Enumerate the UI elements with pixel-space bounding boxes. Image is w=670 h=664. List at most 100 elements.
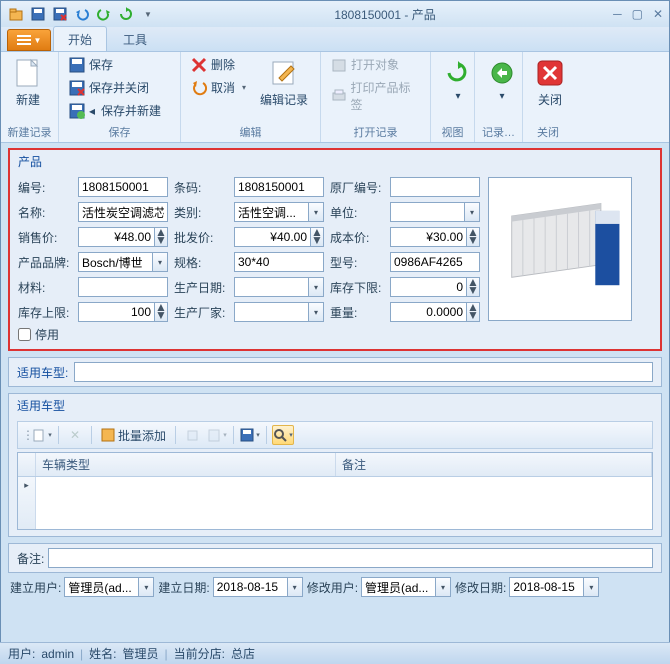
status-branch-label: 当前分店:: [174, 645, 225, 662]
grid-empty-area[interactable]: [36, 477, 652, 529]
create-date-dd-icon[interactable]: ▾: [287, 577, 303, 597]
qat-undo-icon[interactable]: [73, 5, 91, 23]
qat-redo-icon[interactable]: [95, 5, 113, 23]
qat-refresh-icon[interactable]: [117, 5, 135, 23]
mod-date-field[interactable]: [509, 577, 583, 597]
group-view-label: 视图: [437, 123, 468, 142]
tb-save-icon[interactable]: ▾: [239, 425, 261, 445]
qat-save-icon[interactable]: [29, 5, 47, 23]
wholesale-spinner[interactable]: ▲▼: [310, 227, 324, 247]
label-weight: 重量:: [330, 304, 384, 321]
new-button[interactable]: 新建: [7, 54, 49, 112]
create-date-field[interactable]: [213, 577, 287, 597]
field-model[interactable]: [390, 252, 480, 272]
app-icon: [7, 5, 25, 23]
field-weight[interactable]: [390, 302, 466, 322]
close-button[interactable]: 关闭: [529, 54, 571, 112]
field-unit[interactable]: [390, 202, 464, 222]
label-brand: 产品品牌:: [18, 254, 72, 271]
tb-search-icon[interactable]: ▾: [272, 425, 294, 445]
field-mfgdate[interactable]: [234, 277, 308, 297]
grid-corner[interactable]: [18, 453, 36, 476]
label-code: 编号:: [18, 179, 72, 196]
tb-new-icon[interactable]: ▾: [31, 425, 53, 445]
minimize-button[interactable]: ─: [613, 7, 622, 21]
field-wholesale[interactable]: [234, 227, 310, 247]
unit-dropdown-icon[interactable]: ▾: [464, 202, 480, 222]
mfgdate-dropdown-icon[interactable]: ▾: [308, 277, 324, 297]
field-code[interactable]: [78, 177, 168, 197]
mod-user-field[interactable]: [361, 577, 435, 597]
field-spec[interactable]: [234, 252, 324, 272]
save-new-button[interactable]: ◂保存并新建: [65, 100, 165, 121]
window-buttons: ─ ▢ ✕: [613, 7, 663, 21]
field-barcode[interactable]: [234, 177, 324, 197]
status-user: admin: [41, 647, 74, 661]
ribbon-tabs: ▼ 开始 工具: [1, 27, 669, 51]
col-remark[interactable]: 备注: [336, 453, 652, 476]
create-user-field[interactable]: [64, 577, 138, 597]
field-cost[interactable]: [390, 227, 466, 247]
close-window-button[interactable]: ✕: [653, 7, 663, 21]
mod-date-dd-icon[interactable]: ▾: [583, 577, 599, 597]
remark-field[interactable]: [48, 548, 653, 568]
tab-tools[interactable]: 工具: [109, 27, 161, 51]
field-saleprice[interactable]: [78, 227, 154, 247]
saleprice-spinner[interactable]: ▲▼: [154, 227, 168, 247]
status-name-label: 姓名:: [89, 645, 116, 662]
mod-user-dd-icon[interactable]: ▾: [435, 577, 451, 597]
col-vehicle[interactable]: 车辆类型: [36, 453, 336, 476]
label-saleprice: 销售价:: [18, 229, 72, 246]
maximize-button[interactable]: ▢: [632, 7, 643, 21]
status-bar: 用户: admin | 姓名: 管理员 | 当前分店: 总店: [0, 642, 670, 664]
tab-start[interactable]: 开始: [53, 26, 107, 51]
qat-saveclose-icon[interactable]: [51, 5, 69, 23]
field-minstock[interactable]: [390, 277, 466, 297]
group-records-label: 记录…: [481, 123, 516, 142]
edit-record-button[interactable]: 编辑记录: [254, 54, 314, 112]
product-image[interactable]: [488, 177, 632, 321]
app-menu-button[interactable]: ▼: [7, 29, 51, 51]
save-button[interactable]: 保存: [65, 54, 165, 75]
create-user-label: 建立用户:: [10, 579, 61, 596]
category-dropdown-icon[interactable]: ▾: [308, 202, 324, 222]
save-close-button[interactable]: 保存并关闭: [65, 77, 165, 98]
cancel-button[interactable]: 取消▾: [187, 77, 250, 98]
field-brand[interactable]: [78, 252, 152, 272]
tb-copy-icon[interactable]: [181, 425, 203, 445]
applicable-grid: 车辆类型 备注 ▸: [17, 452, 653, 530]
field-mfg[interactable]: [234, 302, 308, 322]
row-indicator-icon: ▸: [18, 477, 36, 529]
title-bar: ▼ 1808150001 - 产品 ─ ▢ ✕: [1, 1, 669, 27]
brand-dropdown-icon[interactable]: ▾: [152, 252, 168, 272]
tb-paste-icon[interactable]: ▾: [206, 425, 228, 445]
qat-dropdown-icon[interactable]: ▼: [139, 5, 157, 23]
disabled-checkbox[interactable]: 停用: [18, 326, 652, 343]
applicable-inline-field[interactable]: [74, 362, 653, 382]
field-material[interactable]: [78, 277, 168, 297]
applicable-inline-label: 适用车型:: [17, 364, 68, 381]
status-name: 管理员: [123, 645, 159, 662]
applicable-panel-title: 适用车型: [9, 394, 661, 417]
group-newrec-label: 新建记录: [7, 123, 52, 142]
weight-spinner[interactable]: ▲▼: [466, 302, 480, 322]
field-category[interactable]: [234, 202, 308, 222]
records-button[interactable]: ▾: [481, 54, 523, 106]
field-oem[interactable]: [390, 177, 480, 197]
status-user-label: 用户:: [8, 645, 35, 662]
tb-delete-icon[interactable]: ✕: [64, 425, 86, 445]
mfg-dropdown-icon[interactable]: ▾: [308, 302, 324, 322]
label-wholesale: 批发价:: [174, 229, 228, 246]
field-name[interactable]: [78, 202, 168, 222]
field-maxstock[interactable]: [78, 302, 154, 322]
create-user-dd-icon[interactable]: ▾: [138, 577, 154, 597]
delete-button[interactable]: 删除: [187, 54, 250, 75]
tb-batch-add-icon[interactable]: 批量添加: [97, 425, 170, 445]
product-panel-title: 产品: [10, 150, 660, 173]
maxstock-spinner[interactable]: ▲▼: [154, 302, 168, 322]
minstock-spinner[interactable]: ▲▼: [466, 277, 480, 297]
view-button[interactable]: ▾: [437, 54, 479, 106]
label-spec: 规格:: [174, 254, 228, 271]
label-mfg: 生产厂家:: [174, 304, 228, 321]
cost-spinner[interactable]: ▲▼: [466, 227, 480, 247]
